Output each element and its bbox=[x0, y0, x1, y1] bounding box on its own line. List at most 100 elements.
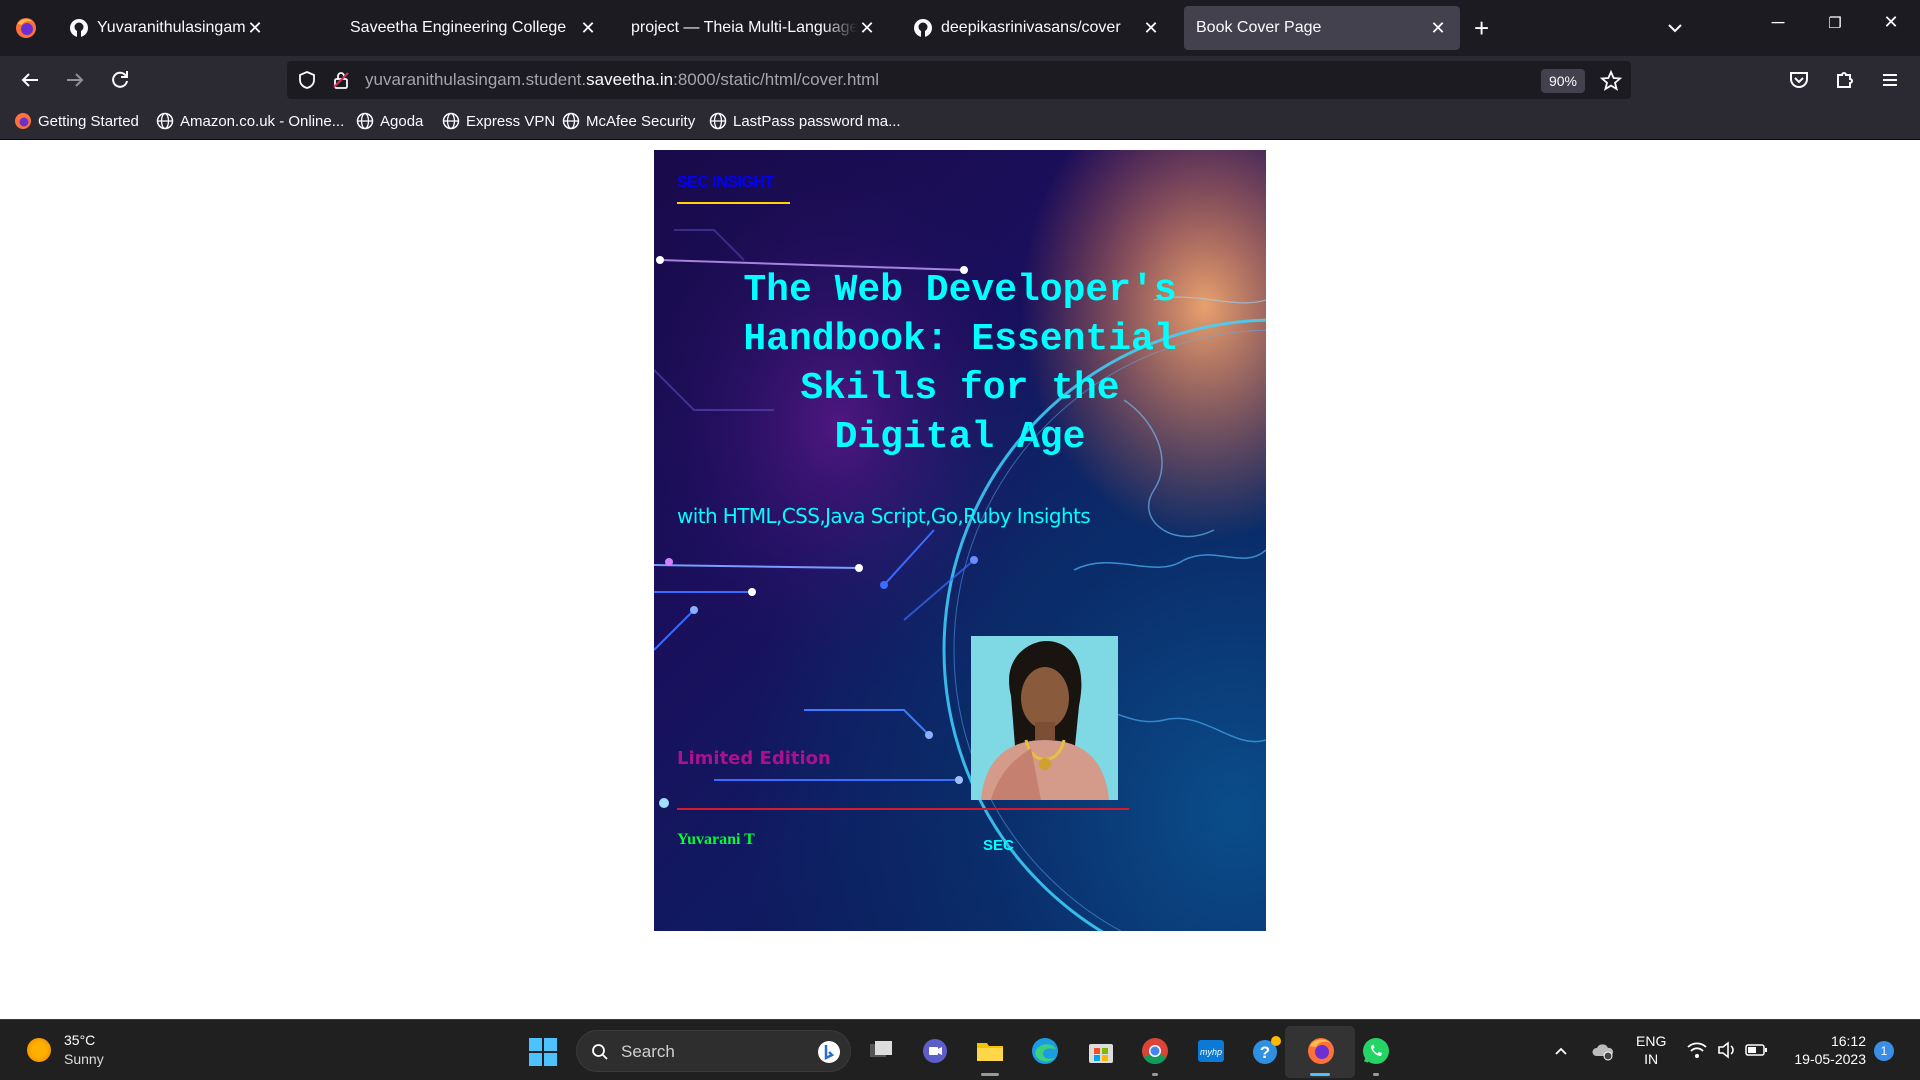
firefox-icon bbox=[15, 113, 31, 129]
bookmark-label: Getting Started bbox=[38, 112, 139, 130]
book-subtitle: with HTML,CSS,Java Script,Go,Ruby Insigh… bbox=[677, 504, 1091, 528]
url-text[interactable]: yuvaranithulasingam.student.saveetha.in:… bbox=[365, 70, 879, 90]
page-content: SEC INSIGHT The Web Developer's Handbook… bbox=[0, 141, 1920, 1019]
svg-text:myhp: myhp bbox=[1200, 1047, 1222, 1057]
onedrive-cloud-icon[interactable] bbox=[1591, 1040, 1615, 1062]
bookmark-amazon[interactable]: Amazon.co.uk - Online... bbox=[156, 112, 344, 130]
author-name: Yuvarani T bbox=[677, 831, 755, 848]
globe-icon bbox=[156, 112, 174, 130]
input-language-indicator[interactable]: ENG IN bbox=[1636, 1032, 1666, 1068]
bing-icon[interactable] bbox=[817, 1040, 841, 1064]
minimize-button[interactable]: ─ bbox=[1763, 12, 1793, 33]
globe-icon bbox=[442, 112, 460, 130]
windows-start-icon[interactable] bbox=[528, 1037, 558, 1067]
volume-icon[interactable] bbox=[1716, 1040, 1738, 1060]
url-prefix: yuvaranithulasingam.student. bbox=[365, 70, 587, 89]
close-tab-icon[interactable]: ✕ bbox=[245, 18, 265, 39]
hamburger-menu-icon[interactable] bbox=[1876, 66, 1904, 94]
chrome-icon[interactable] bbox=[1139, 1035, 1171, 1067]
forward-button[interactable] bbox=[61, 66, 89, 94]
url-domain: saveetha.in bbox=[586, 70, 674, 89]
tab-title: deepikasrinivasans/cover bbox=[941, 19, 1121, 36]
github-icon bbox=[914, 19, 932, 37]
tab-github-deepika[interactable]: deepikasrinivasans/cover ✕ bbox=[901, 6, 1173, 50]
myhp-icon[interactable]: myhp bbox=[1195, 1035, 1227, 1067]
close-tab-icon[interactable]: ✕ bbox=[857, 18, 877, 39]
get-help-icon[interactable]: ? bbox=[1250, 1035, 1282, 1067]
extensions-puzzle-icon[interactable] bbox=[1831, 66, 1859, 94]
bookmark-label: Agoda bbox=[380, 112, 424, 130]
svg-text:?: ? bbox=[1260, 1043, 1270, 1062]
windows-taskbar: 35°C Sunny Search myhp ? ENG IN 16:12 19… bbox=[0, 1019, 1920, 1080]
bookmark-lastpass[interactable]: LastPass password ma... bbox=[709, 112, 901, 130]
notification-badge[interactable]: 1 bbox=[1874, 1041, 1894, 1061]
restore-button[interactable]: ❐ bbox=[1820, 14, 1850, 32]
bookmark-star-icon[interactable] bbox=[1599, 69, 1623, 93]
navigation-toolbar: yuvaranithulasingam.student.saveetha.in:… bbox=[0, 56, 1920, 104]
title-line: Handbook: Essential bbox=[743, 318, 1177, 361]
book-title: The Web Developer's Handbook: Essential … bbox=[654, 266, 1266, 462]
new-tab-button[interactable]: + bbox=[1474, 14, 1489, 42]
insecure-lock-icon[interactable] bbox=[331, 70, 351, 90]
book-cover: SEC INSIGHT The Web Developer's Handbook… bbox=[654, 150, 1266, 931]
edition-label: Limited Edition bbox=[677, 748, 831, 769]
firefox-taskbar-icon[interactable] bbox=[1305, 1035, 1337, 1067]
search-icon bbox=[592, 1044, 608, 1060]
running-indicator bbox=[1310, 1073, 1330, 1076]
weather-condition[interactable]: Sunny bbox=[64, 1051, 104, 1067]
bookmark-express-vpn[interactable]: Express VPN bbox=[442, 112, 555, 130]
wifi-icon[interactable] bbox=[1686, 1040, 1708, 1060]
bookmark-mcafee[interactable]: McAfee Security bbox=[562, 112, 695, 130]
title-line: Digital Age bbox=[834, 416, 1086, 459]
edge-icon[interactable] bbox=[1029, 1035, 1061, 1067]
tab-book-cover-page[interactable]: Book Cover Page ✕ bbox=[1184, 6, 1460, 50]
globe-icon bbox=[562, 112, 580, 130]
tab-strip: Yuvaranithulasingam/cover ✕ Saveetha Eng… bbox=[0, 0, 1920, 56]
firefox-menu-icon[interactable] bbox=[14, 16, 38, 40]
tracking-protection-shield-icon[interactable] bbox=[297, 70, 317, 90]
bookmarks-toolbar: Getting Started Amazon.co.uk - Online...… bbox=[0, 104, 1920, 140]
bookmark-getting-started[interactable]: Getting Started bbox=[14, 112, 139, 130]
region-code: IN bbox=[1644, 1051, 1659, 1067]
task-view-icon[interactable] bbox=[865, 1035, 897, 1067]
teams-chat-icon[interactable] bbox=[919, 1035, 951, 1067]
bookmark-label: McAfee Security bbox=[586, 112, 696, 130]
reload-button[interactable] bbox=[106, 66, 134, 94]
back-button[interactable] bbox=[16, 66, 44, 94]
bookmark-label: Amazon.co.uk - Online... bbox=[180, 112, 345, 130]
taskbar-search-box[interactable]: Search bbox=[576, 1030, 851, 1072]
tab-theia-project[interactable]: project — Theia Multi-Language Ex ✕ bbox=[619, 6, 889, 50]
file-explorer-icon[interactable] bbox=[974, 1035, 1006, 1067]
sunny-weather-icon[interactable] bbox=[27, 1038, 51, 1062]
running-indicator bbox=[1373, 1073, 1379, 1076]
close-tab-icon[interactable]: ✕ bbox=[578, 18, 598, 39]
close-tab-icon[interactable]: ✕ bbox=[1428, 18, 1448, 39]
pocket-icon[interactable] bbox=[1785, 66, 1813, 94]
github-icon bbox=[70, 19, 88, 37]
clock-date: 19-05-2023 bbox=[1794, 1051, 1866, 1067]
tab-saveetha[interactable]: Saveetha Engineering College ✕ bbox=[338, 6, 610, 50]
running-indicator bbox=[981, 1073, 999, 1076]
url-suffix: :8000/static/html/cover.html bbox=[673, 70, 880, 89]
close-window-button[interactable]: ✕ bbox=[1876, 12, 1906, 33]
address-bar[interactable]: yuvaranithulasingam.student.saveetha.in:… bbox=[287, 61, 1631, 99]
battery-icon[interactable] bbox=[1745, 1042, 1769, 1058]
author-photo bbox=[971, 636, 1118, 800]
running-indicator bbox=[1152, 1073, 1158, 1076]
search-placeholder: Search bbox=[621, 1042, 675, 1061]
tab-github-yuvarani[interactable]: Yuvaranithulasingam/cover ✕ bbox=[57, 6, 277, 50]
system-clock[interactable]: 16:12 19-05-2023 bbox=[1784, 1032, 1866, 1068]
microsoft-store-icon[interactable] bbox=[1085, 1035, 1117, 1067]
language-code: ENG bbox=[1636, 1033, 1667, 1049]
globe-icon bbox=[709, 112, 727, 130]
close-tab-icon[interactable]: ✕ bbox=[1141, 18, 1161, 39]
bookmark-label: Express VPN bbox=[466, 112, 556, 130]
zoom-level-button[interactable]: 90% bbox=[1541, 69, 1585, 93]
whatsapp-icon[interactable] bbox=[1360, 1035, 1392, 1067]
chevron-down-icon[interactable] bbox=[1664, 17, 1686, 39]
tab-title: Book Cover Page bbox=[1196, 19, 1322, 36]
bookmark-agoda[interactable]: Agoda bbox=[356, 112, 423, 130]
weather-temperature[interactable]: 35°C bbox=[64, 1032, 95, 1048]
chevron-up-icon[interactable] bbox=[1552, 1042, 1570, 1060]
tab-title: project — Theia Multi-Language Ex bbox=[631, 19, 857, 36]
